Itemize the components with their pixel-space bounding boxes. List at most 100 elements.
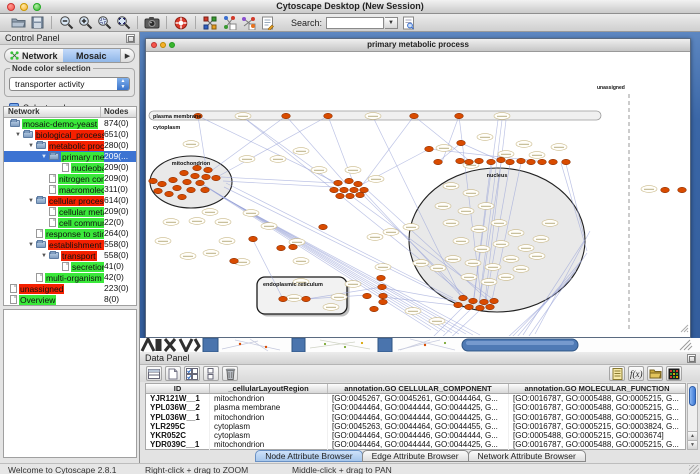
network-overview-button[interactable] <box>201 15 219 31</box>
gene-node[interactable] <box>354 181 363 186</box>
expander-icon[interactable]: ▼ <box>39 154 49 160</box>
canvas-resize-grip[interactable] <box>681 325 688 332</box>
table-row[interactable]: YPL036W__1mitochondrion[GO:0044464, GO:0… <box>146 413 685 422</box>
gene-node[interactable] <box>196 180 205 185</box>
tree-row[interactable]: unassigned223(0) <box>4 283 136 294</box>
tree-row[interactable]: response to stimulu264(0) <box>4 228 136 239</box>
tree-row[interactable]: mosaic-demo-yeast874(0) <box>4 118 136 129</box>
tree-row[interactable]: ▼establishment of lo558(0) <box>4 239 136 250</box>
gene-node[interactable] <box>336 193 345 198</box>
unselect-attributes-button[interactable] <box>203 366 219 381</box>
save-session-button[interactable] <box>28 15 46 31</box>
tree-row[interactable]: ▼transport558(0) <box>4 250 136 261</box>
table-scrollbar[interactable]: ▲ ▼ <box>687 383 698 450</box>
snapshot-button[interactable] <box>143 15 161 31</box>
tabs-overflow-arrow[interactable]: ▶ <box>120 49 134 62</box>
gene-node[interactable] <box>154 188 163 193</box>
gene-node[interactable] <box>549 159 558 164</box>
gene-node[interactable] <box>469 298 478 303</box>
gene-node[interactable] <box>282 113 291 118</box>
gene-node[interactable] <box>356 192 365 197</box>
gene-node[interactable] <box>465 304 474 309</box>
gene-node[interactable] <box>379 299 388 304</box>
gene-node[interactable] <box>490 298 499 303</box>
tree-col-nodes[interactable]: Nodes <box>101 107 136 117</box>
birds-eye-view[interactable] <box>3 309 137 458</box>
zoom-out-button[interactable] <box>57 15 75 31</box>
select-attributes-button[interactable] <box>184 366 200 381</box>
gene-node[interactable] <box>360 187 369 192</box>
gene-node[interactable] <box>158 181 167 186</box>
gene-node[interactable] <box>334 180 343 185</box>
tree-row[interactable]: ▼cellular process614(0) <box>4 195 136 206</box>
tab-network-attribute-browser[interactable]: Network Attribute Browser <box>468 450 586 462</box>
edge[interactable] <box>414 116 471 162</box>
network-graph[interactable]: plasma membranecytoplasmmitochondrionnuc… <box>148 53 689 336</box>
gene-node[interactable] <box>187 187 196 192</box>
gene-node[interactable] <box>379 293 388 298</box>
gene-node[interactable] <box>249 236 258 241</box>
window-resize-grip[interactable] <box>689 465 699 474</box>
tab-mosaic[interactable]: Mosaic <box>63 49 121 62</box>
gene-node[interactable] <box>302 296 311 301</box>
zoom-selected-button[interactable] <box>95 15 113 31</box>
float-panel-icon[interactable] <box>687 354 696 363</box>
tree-row[interactable]: cell communicat22(0) <box>4 217 136 228</box>
expander-icon[interactable]: ▼ <box>13 132 23 138</box>
gene-node[interactable] <box>454 302 463 307</box>
tree-row[interactable]: secretion41(0) <box>4 261 136 272</box>
table-row[interactable]: YDR039C__1mitochondrion[GO:0044464, GO:0… <box>146 440 685 449</box>
gene-node[interactable] <box>191 173 200 178</box>
gene-node[interactable] <box>475 158 484 163</box>
table-row[interactable]: YJR121W__1mitochondrion[GO:0045267, GO:0… <box>146 394 685 403</box>
gene-node[interactable] <box>230 258 239 263</box>
equation-builder-button[interactable]: f(x) <box>628 366 644 381</box>
scrollbar-thumb[interactable] <box>689 386 696 406</box>
gene-node[interactable] <box>183 179 192 184</box>
tree-row[interactable]: nitrogen compo209(0) <box>4 173 136 184</box>
gene-node[interactable] <box>180 170 189 175</box>
gene-node[interactable] <box>486 304 495 309</box>
tab-node-attribute-browser[interactable]: Node Attribute Browser <box>255 450 362 462</box>
tab-edge-attribute-browser[interactable]: Edge Attribute Browser <box>362 450 469 462</box>
gene-node[interactable] <box>678 187 687 192</box>
edge[interactable] <box>442 116 459 162</box>
gene-node[interactable] <box>212 175 221 180</box>
tree-row[interactable]: cellular metabo209(0) <box>4 206 136 217</box>
table-row[interactable]: YPL036W__2plasma membrane[GO:0044464, GO… <box>146 403 685 412</box>
gene-node[interactable] <box>562 159 571 164</box>
gene-node[interactable] <box>456 158 465 163</box>
gene-node[interactable] <box>165 191 174 196</box>
gene-node[interactable] <box>538 159 547 164</box>
heatmap-button[interactable] <box>666 366 682 381</box>
gene-node[interactable] <box>149 178 158 183</box>
column-header[interactable]: _cellularLayoutRegion <box>210 384 328 393</box>
gene-node[interactable] <box>370 306 379 311</box>
gene-node[interactable] <box>330 187 339 192</box>
zoom-fit-button[interactable] <box>114 15 132 31</box>
open-session-button[interactable] <box>9 15 27 31</box>
gene-node[interactable] <box>204 167 213 172</box>
tree-row[interactable]: Overview8(0) <box>4 294 136 305</box>
gene-node[interactable] <box>279 296 288 301</box>
scroll-down-arrow[interactable]: ▼ <box>688 440 697 449</box>
edge[interactable] <box>217 116 328 177</box>
gene-node[interactable] <box>178 194 187 199</box>
gene-node[interactable] <box>201 187 210 192</box>
gene-node[interactable] <box>363 293 372 298</box>
gene-node[interactable] <box>378 284 387 289</box>
zoom-in-button[interactable] <box>76 15 94 31</box>
search-options-dropdown[interactable]: ▼ <box>385 17 398 29</box>
window-titlebar[interactable]: Cytoscape Desktop (New Session) <box>0 0 700 14</box>
gene-node[interactable] <box>377 275 386 280</box>
gene-node[interactable] <box>476 305 485 310</box>
gene-node[interactable] <box>350 187 359 192</box>
attribute-select-button[interactable] <box>146 366 162 381</box>
gene-node[interactable] <box>340 187 349 192</box>
tree-row[interactable]: nucleobase-209(0) <box>4 162 136 173</box>
color-attribute-dropdown[interactable]: transporter activity ▲▼ <box>9 77 130 91</box>
network-window-titlebar[interactable]: primary metabolic process <box>146 39 690 52</box>
gene-node[interactable] <box>319 224 328 229</box>
tree-row[interactable]: macromolecule311(0) <box>4 184 136 195</box>
column-header[interactable]: annotation.GO MOLECULAR_FUNCTION <box>509 384 685 393</box>
